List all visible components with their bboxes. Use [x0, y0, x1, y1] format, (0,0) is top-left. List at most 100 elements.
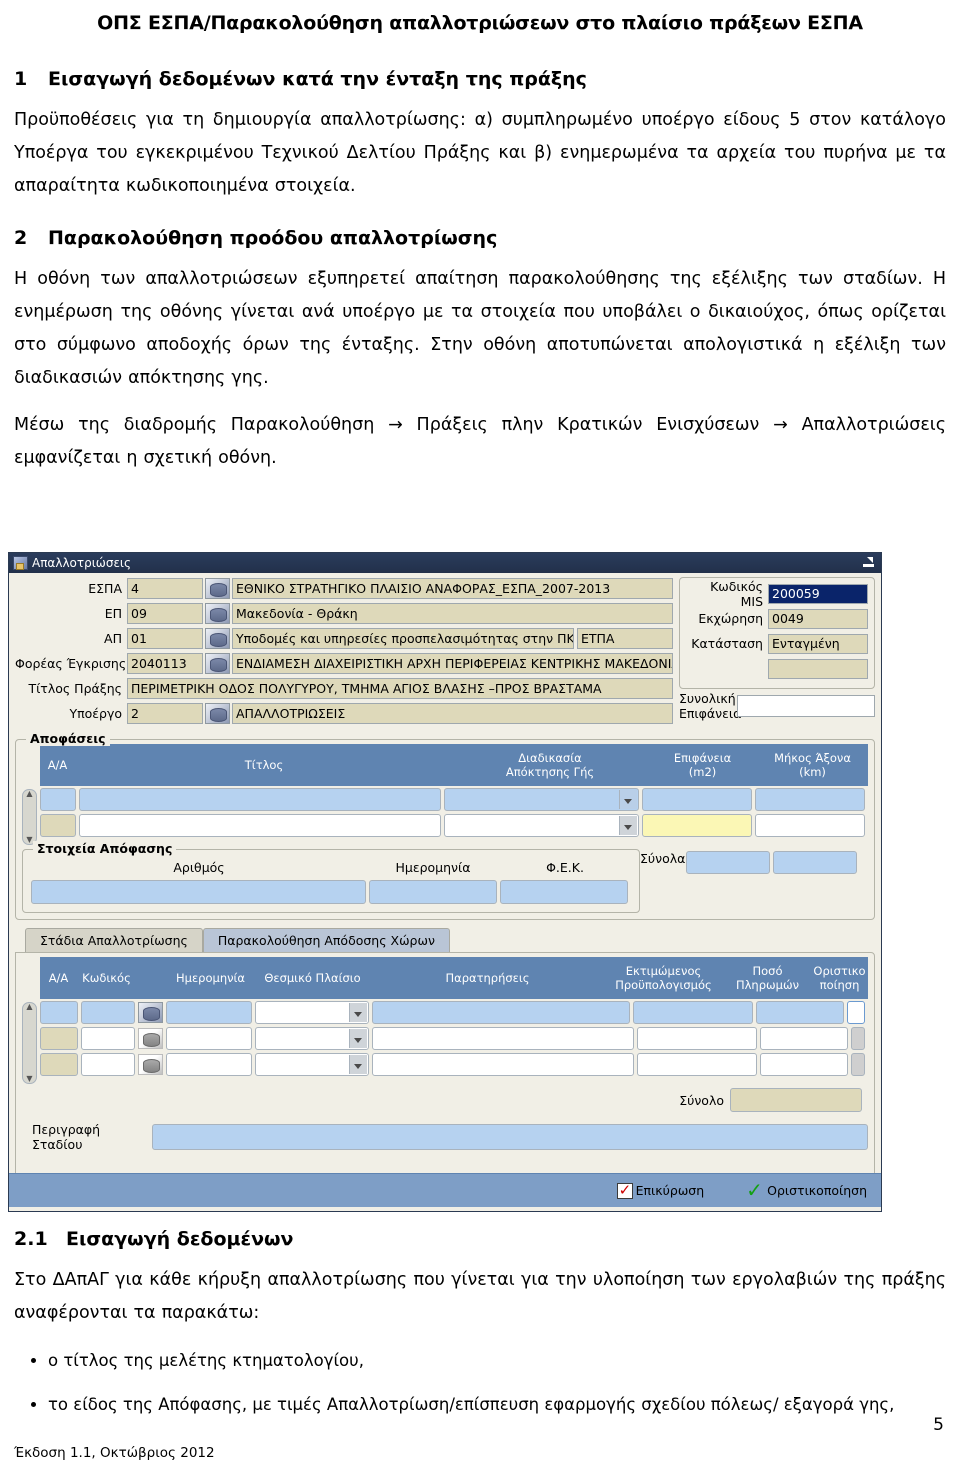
tab-stages[interactable]: Στάδια Απαλλοτρίωσης	[25, 928, 203, 952]
cell-stages-date[interactable]	[166, 1000, 252, 1024]
input-approval-body-code[interactable]: 2040113	[127, 652, 203, 674]
cell-stages-framework[interactable]	[255, 1000, 369, 1024]
cell-stages-notes[interactable]	[372, 1000, 630, 1024]
list-item: το είδος της Απόφασης, με τιμές Απαλλοτρ…	[48, 1390, 946, 1420]
input-stage-description[interactable]	[152, 1124, 868, 1150]
input-espa-desc[interactable]: ΕΘΝΙΚΟ ΣΤΡΑΤΗΓΙΚΟ ΠΛΑΙΣΙΟ ΑΝΑΦΟΡΑΣ_ΕΣΠΑ_…	[232, 577, 673, 599]
scroll-up-icon[interactable]: ▲	[26, 790, 32, 798]
input-mis-code[interactable]: 200059	[768, 583, 868, 604]
cell-stages-payments[interactable]	[756, 1000, 844, 1024]
lov-stage-code-icon[interactable]	[138, 1027, 163, 1049]
decisions-scrollbar[interactable]: ▲ ▼	[22, 789, 37, 845]
table-row[interactable]	[40, 999, 868, 1025]
cell-stages-code[interactable]	[81, 1000, 135, 1024]
checkbox-stages-finalize[interactable]	[847, 1000, 865, 1024]
input-ap-code[interactable]: 01	[127, 627, 203, 649]
cell-decisions-aa[interactable]	[40, 813, 76, 837]
lov-stage-code-icon[interactable]	[138, 1053, 163, 1075]
checkbox-stages-finalize[interactable]	[851, 1052, 865, 1076]
list-item: ο τίτλος της μελέτης κτηματολογίου,	[48, 1346, 946, 1376]
page-title: ΟΠΣ ΕΣΠΑ/Παρακολούθηση απαλλοτριώσεων στ…	[97, 12, 863, 34]
input-decision-date[interactable]	[369, 880, 497, 904]
cell-stages-payments[interactable]	[760, 1052, 848, 1076]
cell-decisions-title[interactable]	[79, 813, 441, 837]
cell-stages-framework[interactable]	[255, 1026, 369, 1050]
cell-stages-code[interactable]	[81, 1026, 135, 1050]
input-ap-desc[interactable]: Υποδομές και υπηρεσίες προσπελασιμότητας…	[232, 627, 574, 649]
scroll-down-icon[interactable]: ▼	[26, 1075, 32, 1083]
table-row[interactable]	[40, 786, 868, 812]
cell-stages-aa[interactable]	[40, 1000, 78, 1024]
input-subproject-desc[interactable]: ΑΠΑΛΛΟΤΡΙΩΣΕΙΣ	[232, 702, 673, 724]
cell-stages-payments[interactable]	[760, 1026, 848, 1050]
col-stages-notes: Παρατηρήσεις	[372, 957, 604, 999]
input-subproject-code[interactable]: 2	[127, 702, 203, 724]
validate-button[interactable]: Επικύρωση	[616, 1181, 704, 1199]
cell-stages-code[interactable]	[81, 1052, 135, 1076]
scroll-down-icon[interactable]: ▼	[26, 836, 32, 844]
input-ep-code[interactable]: 09	[127, 602, 203, 624]
total-length-value	[773, 851, 857, 874]
input-ap-fund[interactable]: ΕΤΠΑ	[577, 627, 673, 649]
cell-stages-framework[interactable]	[255, 1052, 369, 1076]
section-1-paragraph: Προϋποθέσεις για τη δημιουργία απαλλοτρί…	[14, 110, 946, 196]
lov-approval-body-icon[interactable]	[205, 652, 230, 674]
minimize-icon[interactable]	[859, 556, 877, 570]
lov-ap-icon[interactable]	[205, 627, 230, 649]
header-form-left: ΕΣΠΑ 4 ΕΘΝΙΚΟ ΣΤΡΑΤΗΓΙΚΟ ΠΛΑΙΣΙΟ ΑΝΑΦΟΡΑ…	[15, 577, 673, 727]
cell-stages-budget[interactable]	[637, 1052, 757, 1076]
cell-decisions-title[interactable]	[79, 787, 441, 811]
cell-decisions-length[interactable]	[755, 787, 865, 811]
checkbox-stages-finalize[interactable]	[851, 1026, 865, 1050]
cell-stages-aa[interactable]	[40, 1026, 78, 1050]
label-assignment: Εκχώρηση	[698, 611, 763, 626]
input-ep-desc[interactable]: Μακεδονία - Θράκη	[232, 602, 673, 624]
tab-space-delivery[interactable]: Παρακολούθηση Απόδοσης Χώρων	[202, 928, 450, 952]
stages-group: Α/Α Κωδικός Ημερομηνία Θεσμικό Πλαίσιο Π…	[15, 952, 875, 1177]
scroll-up-icon[interactable]: ▲	[26, 1003, 32, 1011]
stages-scrollbar[interactable]: ▲ ▼	[22, 1002, 37, 1084]
finalize-icon	[746, 1178, 764, 1202]
cell-decisions-procedure[interactable]	[444, 787, 639, 811]
cell-stages-notes[interactable]	[372, 1052, 634, 1076]
col-stages-finalize-line1: Οριστικο	[813, 964, 866, 978]
table-row[interactable]	[40, 812, 868, 838]
info-panel: Κωδικός MIS 200059 Εκχώρηση 0049 Κατάστα…	[679, 577, 875, 689]
table-row[interactable]	[40, 1051, 868, 1077]
cell-decisions-area[interactable]	[642, 787, 752, 811]
input-decision-number[interactable]	[31, 880, 366, 904]
finalize-button[interactable]: Οριστικοποίηση	[746, 1178, 867, 1202]
cell-decisions-aa[interactable]	[40, 787, 76, 811]
col-stages-date: Ημερομηνία	[168, 957, 254, 999]
input-project-title[interactable]: ΠΕΡΙΜΕΤΡΙΚΗ ΟΔΟΣ ΠΟΛΥΓΥΡΟΥ, ΤΜΗΜΑ ΑΓΙΟΣ …	[127, 677, 673, 699]
table-row[interactable]	[40, 1025, 868, 1051]
input-assignment[interactable]: 0049	[768, 608, 868, 629]
input-blank[interactable]	[768, 658, 868, 679]
lov-espa-icon[interactable]	[205, 577, 230, 599]
input-total-area[interactable]	[737, 695, 875, 717]
cell-stages-budget[interactable]	[637, 1026, 757, 1050]
col-decisions-length: Μήκος Άξονα (km)	[758, 744, 868, 786]
input-decision-fek[interactable]	[500, 880, 628, 904]
decisions-table: Α/Α Τίτλος Διαδικασία Απόκτησης Γής Επιφ…	[22, 744, 868, 845]
lov-ep-icon[interactable]	[205, 602, 230, 624]
col-decisions-area-line1: Επιφάνεια	[673, 751, 732, 765]
input-approval-body-desc[interactable]: ΕΝΔΙΑΜΕΣΗ ΔΙΑΧΕΙΡΙΣΤΙΚΗ ΑΡΧΗ ΠΕΡΙΦΕΡΕΙΑΣ…	[232, 652, 673, 674]
field-row-subproject: Υποέργο 2 ΑΠΑΛΛΟΤΡΙΩΣΕΙΣ	[15, 702, 673, 724]
lov-stage-code-icon[interactable]	[138, 1001, 163, 1023]
input-espa-code[interactable]: 4	[127, 577, 203, 599]
cell-stages-budget[interactable]	[633, 1000, 753, 1024]
cell-stages-date[interactable]	[166, 1052, 252, 1076]
cell-decisions-area[interactable]	[642, 813, 752, 837]
lov-subproject-icon[interactable]	[205, 702, 230, 724]
cell-stages-date[interactable]	[166, 1026, 252, 1050]
decisions-group: Αποφάσεις Α/Α Τίτλος Διαδικασία Απόκτηση…	[15, 731, 875, 920]
input-status[interactable]: Ενταγμένη	[768, 633, 868, 654]
cell-decisions-length[interactable]	[755, 813, 865, 837]
section-1-number: 1	[14, 68, 28, 90]
cell-stages-notes[interactable]	[372, 1026, 634, 1050]
cell-decisions-procedure[interactable]	[444, 813, 639, 837]
label-project-title: Τίτλος Πράξης	[28, 680, 122, 696]
section-21-bullet-list: ο τίτλος της μελέτης κτηματολογίου, το ε…	[0, 1346, 960, 1420]
cell-stages-aa[interactable]	[40, 1052, 78, 1076]
